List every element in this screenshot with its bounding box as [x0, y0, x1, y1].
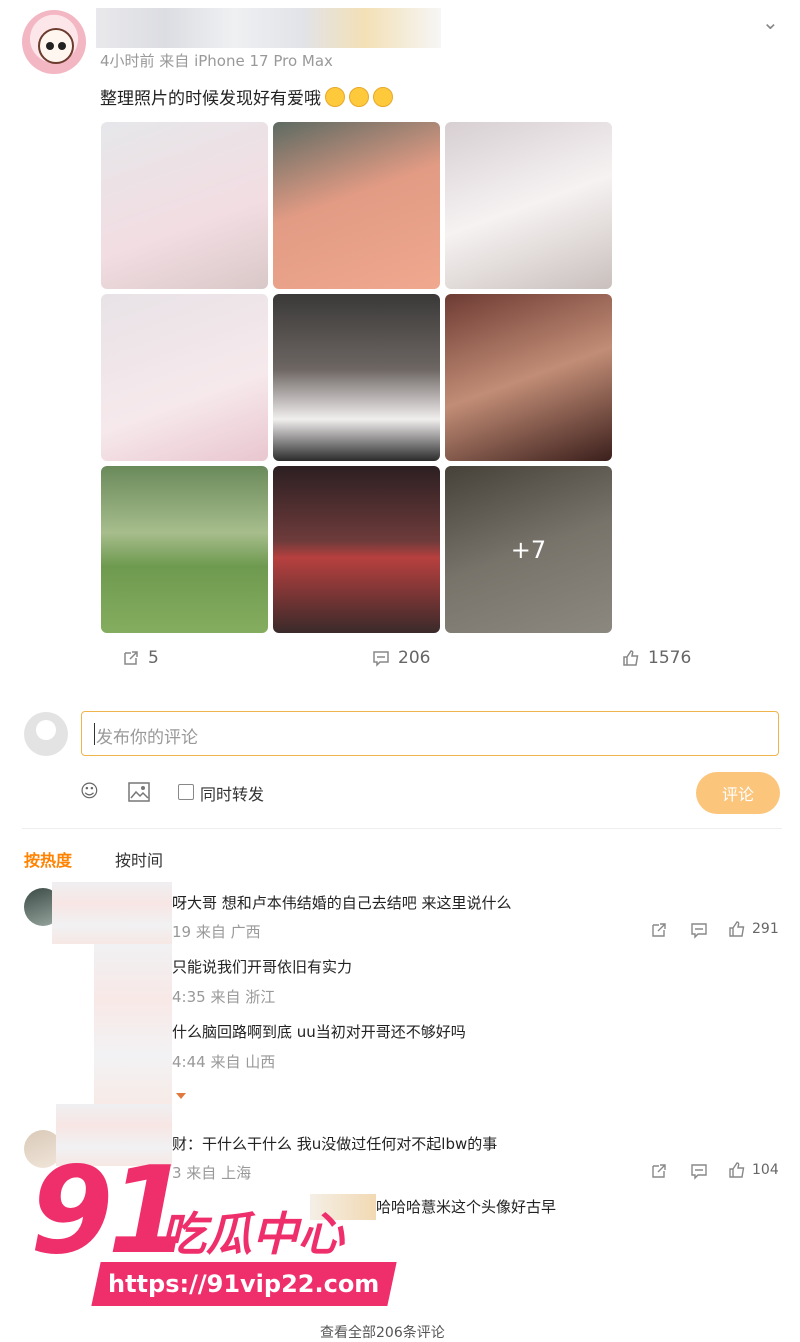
reply-meta: 4:35 来自 浙江: [172, 988, 276, 1006]
reply-text: 什么脑回路啊到底 uu当初对开哥还不够好吗: [172, 1023, 466, 1041]
comment-meta: 19 来自 广西: [172, 923, 261, 941]
chevron-down-icon[interactable]: ⌄: [762, 10, 779, 34]
post-text: 整理照片的时候发现好有爱哦: [100, 84, 393, 109]
redacted-username: [52, 882, 172, 944]
image-upload-icon[interactable]: [128, 782, 150, 802]
watermark-title: 吃瓜中心: [160, 1207, 344, 1261]
photo-thumbnail[interactable]: [273, 122, 440, 289]
repost-checkbox-label: 同时转发: [200, 785, 265, 804]
submit-comment-button[interactable]: 评论: [696, 772, 780, 814]
comment-text: 呀大哥 想和卢本伟结婚的自己去结吧 来这里说什么: [172, 894, 512, 912]
expand-replies-icon[interactable]: [176, 1093, 186, 1099]
reply-icon[interactable]: [690, 1162, 708, 1180]
repost-button[interactable]: 5: [122, 648, 159, 668]
comment-like-button[interactable]: 291: [728, 920, 779, 938]
comment-icon: [373, 651, 389, 667]
photo-grid: +7: [101, 122, 612, 633]
thumbs-up-icon: [729, 1162, 745, 1178]
thumbs-up-icon: [623, 650, 639, 666]
view-all-comments-link[interactable]: 查看全部206条评论: [320, 1322, 445, 1342]
share-icon[interactable]: [650, 1162, 668, 1180]
photo-thumbnail-more[interactable]: +7: [445, 466, 612, 633]
tab-sort-hot[interactable]: 按热度: [24, 847, 72, 871]
reply-text: 哈哈哈薏米这个头像好古早: [376, 1198, 557, 1216]
photo-thumbnail[interactable]: [273, 294, 440, 461]
share-icon: [124, 651, 138, 665]
reply-icon[interactable]: [690, 921, 708, 939]
photo-thumbnail[interactable]: [101, 122, 268, 289]
reply-meta: 4:44 来自 山西: [172, 1053, 276, 1071]
comment-like-button[interactable]: 104: [728, 1161, 779, 1179]
author-name-redacted[interactable]: [96, 8, 441, 48]
author-avatar[interactable]: [22, 10, 86, 74]
reply-text: 只能说我们开哥依旧有实力: [172, 958, 353, 976]
emoji-icon: [373, 87, 393, 107]
comment-text: 财：干什么干什么 我u没做过任何对不起lbw的事: [172, 1135, 498, 1153]
emoji-icon: [349, 87, 369, 107]
watermark-url: https://91vip22.com: [91, 1262, 397, 1306]
photo-thumbnail[interactable]: [101, 294, 268, 461]
photo-thumbnail[interactable]: [445, 122, 612, 289]
redacted-reply-usernames: [94, 944, 172, 1104]
photo-thumbnail[interactable]: [273, 466, 440, 633]
photo-thumbnail[interactable]: [101, 466, 268, 633]
thumbs-up-icon: [729, 921, 745, 937]
tab-sort-time[interactable]: 按时间: [115, 847, 163, 871]
comment-input[interactable]: 发布你的评论: [81, 711, 779, 756]
comment-button[interactable]: 206: [372, 648, 430, 668]
divider: [22, 828, 782, 829]
more-photos-count: +7: [445, 466, 612, 633]
repost-checkbox[interactable]: [178, 784, 194, 800]
photo-thumbnail[interactable]: [445, 294, 612, 461]
share-icon[interactable]: [650, 921, 668, 939]
emoji-icon: [325, 87, 345, 107]
post-meta: 4小时前 来自 iPhone 17 Pro Max: [100, 52, 333, 70]
emoji-picker-icon[interactable]: ☺: [80, 781, 99, 802]
my-avatar: [24, 712, 68, 756]
like-button[interactable]: 1576: [622, 648, 691, 668]
